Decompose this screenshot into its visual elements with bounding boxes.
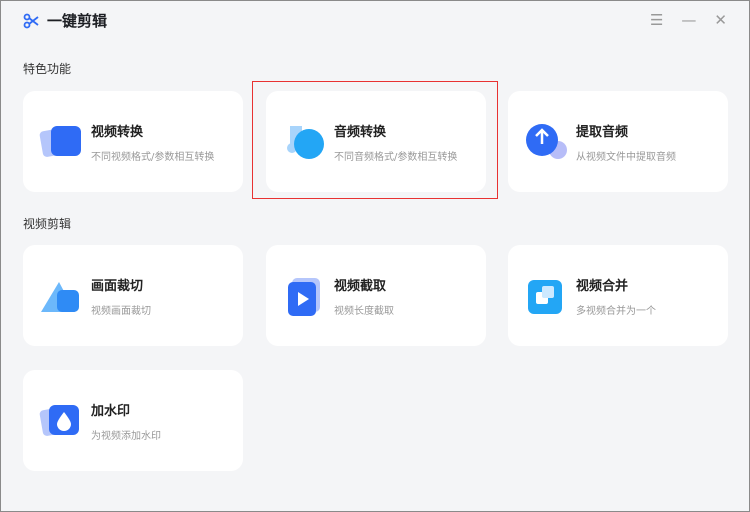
feature-name: 加水印 xyxy=(91,403,131,419)
feature-desc: 从视频文件中提取音频 xyxy=(576,151,676,163)
feature-name: 视频合并 xyxy=(576,278,629,294)
feature-card[interactable]: 画面裁切视频画面裁切 xyxy=(23,245,243,346)
feature-card[interactable]: 视频转换不同视频格式/参数相互转换 xyxy=(23,91,243,192)
feature-name: 画面裁切 xyxy=(91,278,144,294)
feature-desc: 视频长度截取 xyxy=(334,305,394,317)
feature-card[interactable]: 提取音频从视频文件中提取音频 xyxy=(508,91,728,192)
minimize-button[interactable]: — xyxy=(681,11,696,29)
feature-name: 提取音频 xyxy=(576,124,629,140)
crop-icon xyxy=(39,274,83,318)
trim-icon xyxy=(282,274,326,318)
close-button[interactable]: ✕ xyxy=(714,11,727,29)
feature-name: 视频转换 xyxy=(91,124,144,140)
section-title-featured: 特色功能 xyxy=(23,62,72,76)
feature-name: 视频截取 xyxy=(334,278,387,294)
extract-audio-icon xyxy=(524,120,568,164)
feature-card[interactable]: 视频合并多视频合并为一个 xyxy=(508,245,728,346)
app-title-bar: 一键剪辑 xyxy=(23,10,107,31)
feature-desc: 视频画面裁切 xyxy=(91,305,151,317)
section-title-video-edit: 视频剪辑 xyxy=(23,217,72,231)
feature-card[interactable]: 视频截取视频长度截取 xyxy=(266,245,486,346)
feature-desc: 为视频添加水印 xyxy=(91,430,161,442)
highlight-box xyxy=(252,81,498,199)
app-title: 一键剪辑 xyxy=(47,12,108,30)
video-convert-icon xyxy=(39,120,83,164)
feature-card[interactable]: 加水印为视频添加水印 xyxy=(23,370,243,471)
feature-desc: 多视频合并为一个 xyxy=(576,305,656,317)
watermark-icon xyxy=(39,399,83,443)
feature-desc: 不同视频格式/参数相互转换 xyxy=(91,151,215,163)
merge-icon xyxy=(524,274,568,318)
scissors-icon xyxy=(23,13,39,28)
menu-button[interactable]: ☰ xyxy=(650,11,663,29)
